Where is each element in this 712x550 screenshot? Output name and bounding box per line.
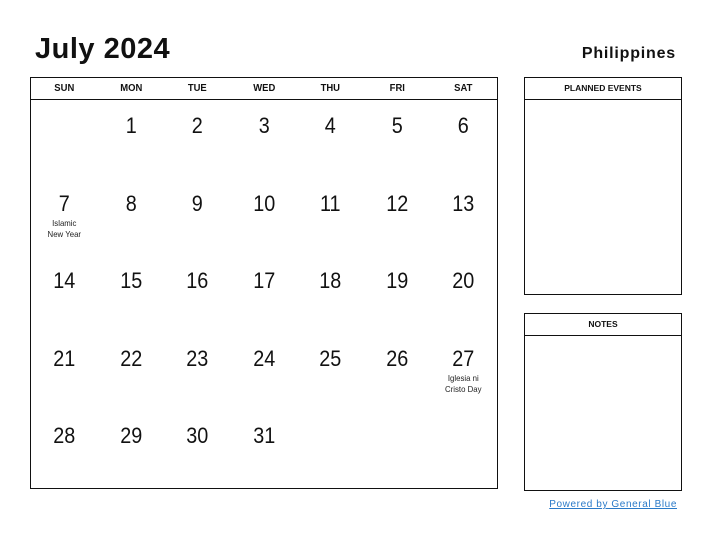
day-cell: 26 bbox=[364, 333, 431, 411]
week-row: 7 Islamic New Year 8 9 10 11 12 13 bbox=[31, 178, 497, 256]
day-cell: 1 bbox=[98, 100, 165, 178]
planned-events-panel: PLANNED EVENTS bbox=[524, 77, 682, 295]
day-number: 4 bbox=[325, 113, 337, 138]
holiday-label: Iglesia ni Cristo Day bbox=[445, 372, 483, 394]
weekday-wed: WED bbox=[252, 82, 276, 94]
day-cell: 15 bbox=[98, 255, 165, 333]
day-cell: 21 bbox=[31, 333, 98, 411]
country-label: Philippines bbox=[581, 45, 676, 62]
day-cell: 5 bbox=[364, 100, 431, 178]
day-number: 13 bbox=[452, 190, 475, 216]
day-number: 20 bbox=[452, 268, 475, 294]
week-row: 1 2 3 4 5 6 bbox=[31, 100, 497, 178]
day-cell: 29 bbox=[98, 410, 165, 488]
day-cell: 31 bbox=[231, 410, 298, 488]
powered-by-link[interactable]: Powered by General Blue bbox=[549, 499, 677, 510]
day-cell: 2 bbox=[164, 100, 231, 178]
day-number: 3 bbox=[258, 113, 270, 138]
weekday-thu: THU bbox=[320, 82, 341, 94]
day-number: 9 bbox=[191, 190, 203, 216]
holiday-label: Islamic New Year bbox=[47, 217, 82, 239]
day-cell: 19 bbox=[364, 255, 431, 333]
weekday-fri: FRI bbox=[389, 82, 405, 94]
day-number: 6 bbox=[458, 113, 470, 138]
day-number: 26 bbox=[386, 345, 409, 371]
weekday-tue: TUE bbox=[187, 82, 207, 94]
day-number: 5 bbox=[391, 113, 403, 138]
day-number: 7 bbox=[58, 190, 70, 216]
day-cell: 13 bbox=[430, 178, 497, 256]
day-cell: 22 bbox=[98, 333, 165, 411]
day-number: 10 bbox=[253, 190, 276, 216]
day-cell bbox=[297, 410, 364, 488]
day-number: 25 bbox=[319, 345, 342, 371]
calendar-grid: SUN MON TUE WED THU FRI SAT 1 2 3 4 5 6 7 Islam… bbox=[30, 77, 498, 489]
day-cell: 7 Islamic New Year bbox=[31, 178, 98, 256]
day-number: 29 bbox=[119, 423, 142, 449]
day-cell: 8 bbox=[98, 178, 165, 256]
day-number: 8 bbox=[125, 190, 137, 216]
weekday-sun: SUN bbox=[54, 82, 75, 94]
week-row: 14 15 16 17 18 19 20 bbox=[31, 255, 497, 333]
day-cell: 6 bbox=[430, 100, 497, 178]
day-number: 21 bbox=[53, 345, 76, 371]
day-number: 30 bbox=[186, 423, 209, 449]
planned-events-heading: PLANNED EVENTS bbox=[525, 78, 681, 100]
day-cell: 28 bbox=[31, 410, 98, 488]
day-cell: 12 bbox=[364, 178, 431, 256]
weekday-header: SUN MON TUE WED THU FRI SAT bbox=[31, 78, 497, 100]
day-cell: 30 bbox=[164, 410, 231, 488]
weekday-mon: MON bbox=[119, 82, 142, 94]
day-cell bbox=[364, 410, 431, 488]
day-cell: 24 bbox=[231, 333, 298, 411]
day-number: 1 bbox=[125, 113, 137, 138]
week-row: 28 29 30 31 bbox=[31, 410, 497, 488]
day-cell: 17 bbox=[231, 255, 298, 333]
notes-heading: NOTES bbox=[525, 314, 681, 336]
day-number: 19 bbox=[386, 268, 409, 294]
day-cell: 4 bbox=[297, 100, 364, 178]
day-number: 18 bbox=[319, 268, 342, 294]
day-number: 11 bbox=[320, 190, 341, 216]
day-cell: 10 bbox=[231, 178, 298, 256]
day-number: 28 bbox=[53, 423, 76, 449]
month-title: July 2024 bbox=[35, 33, 171, 65]
day-cell: 23 bbox=[164, 333, 231, 411]
day-cell bbox=[31, 100, 98, 178]
day-number: 23 bbox=[186, 345, 209, 371]
day-number: 2 bbox=[191, 113, 203, 138]
day-number: 24 bbox=[253, 345, 276, 371]
day-number: 31 bbox=[253, 423, 276, 449]
weekday-sat: SAT bbox=[454, 82, 473, 94]
day-number: 15 bbox=[119, 268, 142, 294]
day-cell: 9 bbox=[164, 178, 231, 256]
day-cell: 18 bbox=[297, 255, 364, 333]
day-cell: 14 bbox=[31, 255, 98, 333]
day-cell bbox=[430, 410, 497, 488]
day-number: 27 bbox=[452, 345, 475, 371]
day-cell: 25 bbox=[297, 333, 364, 411]
day-number: 16 bbox=[186, 268, 209, 294]
weeks-container: 1 2 3 4 5 6 7 Islamic New Year 8 9 10 11 12 13 14 15 16 1… bbox=[31, 100, 497, 488]
day-cell: 3 bbox=[231, 100, 298, 178]
day-cell: 27 Iglesia ni Cristo Day bbox=[430, 333, 497, 411]
day-cell: 16 bbox=[164, 255, 231, 333]
day-number: 22 bbox=[119, 345, 142, 371]
week-row: 21 22 23 24 25 26 27 Iglesia ni Cristo Day bbox=[31, 333, 497, 411]
day-cell: 20 bbox=[430, 255, 497, 333]
day-number: 12 bbox=[386, 190, 409, 216]
day-cell: 11 bbox=[297, 178, 364, 256]
day-number: 14 bbox=[53, 268, 76, 294]
day-number: 17 bbox=[253, 268, 276, 294]
notes-panel: NOTES bbox=[524, 313, 682, 491]
